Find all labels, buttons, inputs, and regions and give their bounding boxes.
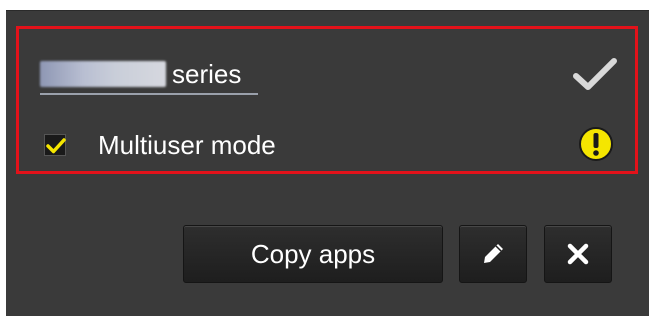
blurred-model-name [40, 61, 166, 87]
multiuser-checkbox[interactable] [44, 134, 66, 156]
copy-apps-button[interactable]: Copy apps [183, 225, 443, 283]
printer-name-link[interactable]: series [40, 54, 241, 94]
checkbox-check-icon [46, 138, 66, 154]
copy-apps-label: Copy apps [250, 238, 376, 269]
edit-button[interactable] [459, 225, 527, 283]
remove-button[interactable] [544, 225, 612, 283]
pencil-icon [484, 244, 503, 263]
close-icon [567, 243, 589, 265]
check-icon [573, 58, 617, 90]
printer-name-suffix: series [172, 59, 242, 89]
printer-name-underline [40, 93, 258, 95]
multiuser-label: Multiuser mode [98, 130, 276, 160]
warning-icon [579, 127, 613, 161]
